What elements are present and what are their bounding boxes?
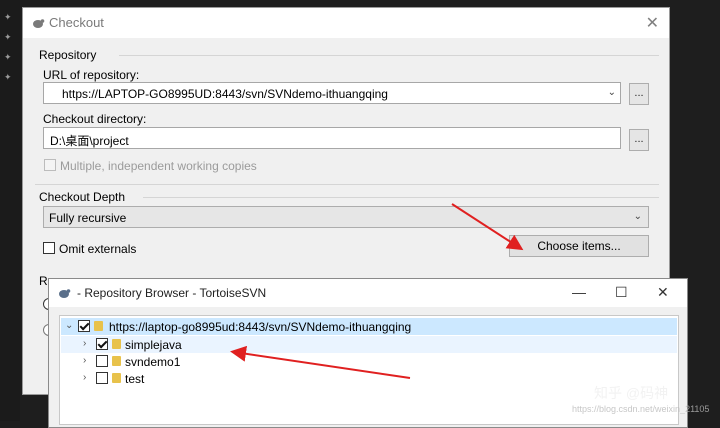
annotation-arrows xyxy=(230,203,524,379)
watermark-url: https://blog.csdn.net/weixin_21105 xyxy=(572,404,710,414)
annotation-arrow xyxy=(230,345,411,379)
annotation-arrow xyxy=(451,203,524,251)
watermark: 知乎 @码神 xyxy=(594,385,669,401)
